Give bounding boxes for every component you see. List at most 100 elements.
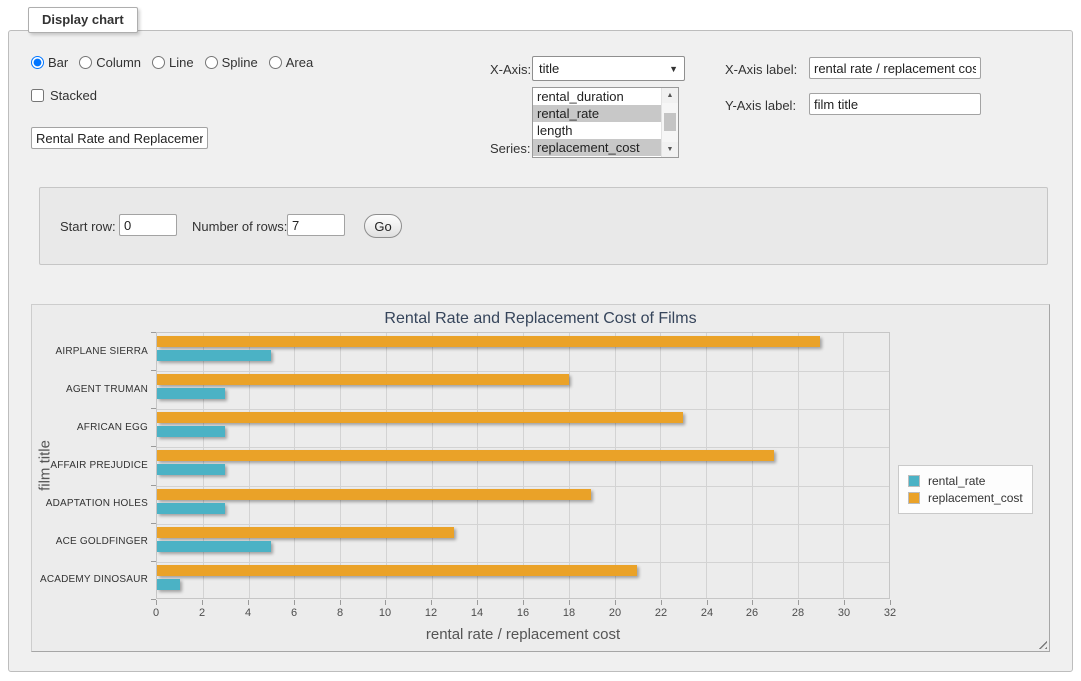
x-tick [569, 600, 570, 605]
series-listbox[interactable]: rental_durationrental_ratelengthreplacem… [532, 87, 679, 158]
radio-input-spline[interactable] [205, 56, 218, 69]
panel-legend: Display chart [28, 7, 138, 33]
bar-rental_rate-2 [157, 426, 225, 437]
radio-input-column[interactable] [79, 56, 92, 69]
series-option-rental_duration[interactable]: rental_duration [533, 88, 661, 105]
series-option-rental_rate[interactable]: rental_rate [533, 105, 661, 122]
x-axis-selected-value: title [539, 61, 669, 76]
y-tick [151, 446, 156, 447]
x-tick-label: 20 [609, 607, 621, 619]
y-tick [151, 408, 156, 409]
x-tick-label: 14 [471, 607, 483, 619]
x-tick [294, 600, 295, 605]
chart-title-input[interactable] [31, 127, 208, 149]
x-tick [202, 600, 203, 605]
bar-replacement_cost-4 [157, 489, 591, 500]
bar-replacement_cost-1 [157, 374, 569, 385]
chart-type-radio-bar[interactable]: Bar [31, 55, 68, 70]
gridline-v [523, 333, 524, 598]
radio-label: Column [96, 55, 141, 70]
category-label: AGENT TRUMAN [32, 370, 148, 408]
x-tick-label: 26 [746, 607, 758, 619]
radio-input-line[interactable] [152, 56, 165, 69]
x-tick [661, 600, 662, 605]
chart-type-radio-area[interactable]: Area [269, 55, 313, 70]
stacked-checkbox[interactable] [31, 89, 44, 102]
series-option-length[interactable]: length [533, 122, 661, 139]
num-rows-input[interactable] [287, 214, 345, 236]
x-axis-label: X-Axis: [490, 62, 531, 77]
radio-label: Line [169, 55, 194, 70]
x-tick [477, 600, 478, 605]
gridline-v [340, 333, 341, 598]
legend-item-replacement_cost: replacement_cost [908, 491, 1023, 505]
scroll-up-icon[interactable]: ▲ [662, 88, 678, 103]
x-axis-select[interactable]: title ▼ [532, 56, 685, 81]
legend-swatch-icon [908, 492, 920, 504]
x-tick-label: 18 [563, 607, 575, 619]
radio-input-area[interactable] [269, 56, 282, 69]
y-axis-label-field-label: Y-Axis label: [725, 98, 796, 113]
x-tick-label: 2 [199, 607, 205, 619]
y-tick [151, 370, 156, 371]
scroll-down-icon[interactable]: ▼ [662, 142, 678, 157]
chart-type-radio-spline[interactable]: Spline [205, 55, 258, 70]
bar-rental_rate-6 [157, 579, 180, 590]
gridline-v [798, 333, 799, 598]
gridline-v [249, 333, 250, 598]
gridline-v [294, 333, 295, 598]
gridline-h [157, 562, 889, 563]
series-options: rental_durationrental_ratelengthreplacem… [533, 88, 661, 157]
chart-type-radio-line[interactable]: Line [152, 55, 194, 70]
bar-replacement_cost-3 [157, 450, 774, 461]
series-option-replacement_cost[interactable]: replacement_cost [533, 139, 661, 156]
scrollbar-thumb[interactable] [664, 113, 676, 131]
x-tick-label: 30 [838, 607, 850, 619]
go-button[interactable]: Go [364, 214, 402, 238]
x-axis-label-field-label: X-Axis label: [725, 62, 797, 77]
x-tick-label: 10 [379, 607, 391, 619]
radio-input-bar[interactable] [31, 56, 44, 69]
radio-label: Area [286, 55, 313, 70]
category-label: AFRICAN EGG [32, 408, 148, 446]
gridline-h [157, 447, 889, 448]
bar-replacement_cost-5 [157, 527, 454, 538]
gridline-v [752, 333, 753, 598]
x-axis-label-input[interactable] [809, 57, 981, 79]
legend-swatch-icon [908, 475, 920, 487]
resize-handle-icon[interactable] [1037, 639, 1047, 649]
gridline-h [157, 409, 889, 410]
stacked-checkbox-row[interactable]: Stacked [31, 88, 97, 103]
gridline-v [660, 333, 661, 598]
x-axis-title: rental rate / replacement cost [156, 626, 890, 643]
start-row-label: Start row: [60, 219, 116, 234]
chart-type-radios: Bar Column Line Spline Area [31, 55, 324, 70]
plot-area [156, 332, 890, 599]
panel-legend-text: Display chart [42, 12, 124, 27]
x-tick-label: 6 [291, 607, 297, 619]
y-tick [151, 523, 156, 524]
x-tick [431, 600, 432, 605]
gridline-v [432, 333, 433, 598]
gridline-v [615, 333, 616, 598]
gridline-v [386, 333, 387, 598]
y-axis-label-input[interactable] [809, 93, 981, 115]
x-tick [340, 600, 341, 605]
chart-type-radio-column[interactable]: Column [79, 55, 141, 70]
y-tick [151, 485, 156, 486]
bar-rental_rate-0 [157, 350, 271, 361]
x-tick-label: 16 [517, 607, 529, 619]
y-tick [151, 561, 156, 562]
gridline-v [706, 333, 707, 598]
x-tick-label: 8 [337, 607, 343, 619]
x-tick [707, 600, 708, 605]
radio-label: Spline [222, 55, 258, 70]
x-tick-label: 4 [245, 607, 251, 619]
legend-label: replacement_cost [928, 491, 1023, 505]
x-tick [156, 600, 157, 605]
series-scrollbar[interactable]: ▲ ▼ [661, 88, 678, 157]
start-row-input[interactable] [119, 214, 177, 236]
radio-label: Bar [48, 55, 68, 70]
category-label: AFFAIR PREJUDICE [32, 446, 148, 484]
chart-title: Rental Rate and Replacement Cost of Film… [32, 310, 1049, 328]
